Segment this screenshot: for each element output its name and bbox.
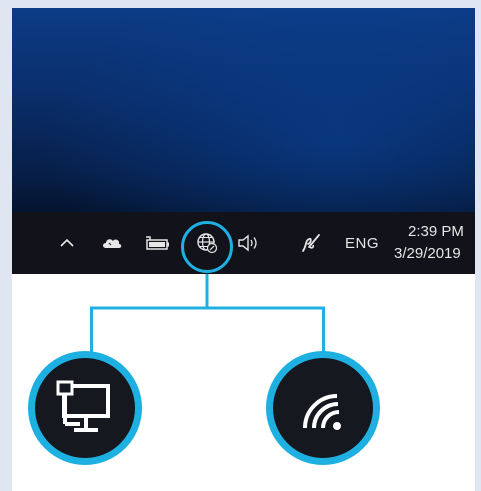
- ethernet-callout-badge: [28, 351, 142, 465]
- screenshot-frame: ENG 2:39 PM 3/29/2019: [0, 0, 481, 491]
- wired-network-icon: [56, 380, 110, 432]
- wifi-icon: [303, 394, 341, 430]
- wifi-callout-badge: [266, 351, 380, 465]
- illustration-panel: ENG 2:39 PM 3/29/2019: [12, 8, 475, 491]
